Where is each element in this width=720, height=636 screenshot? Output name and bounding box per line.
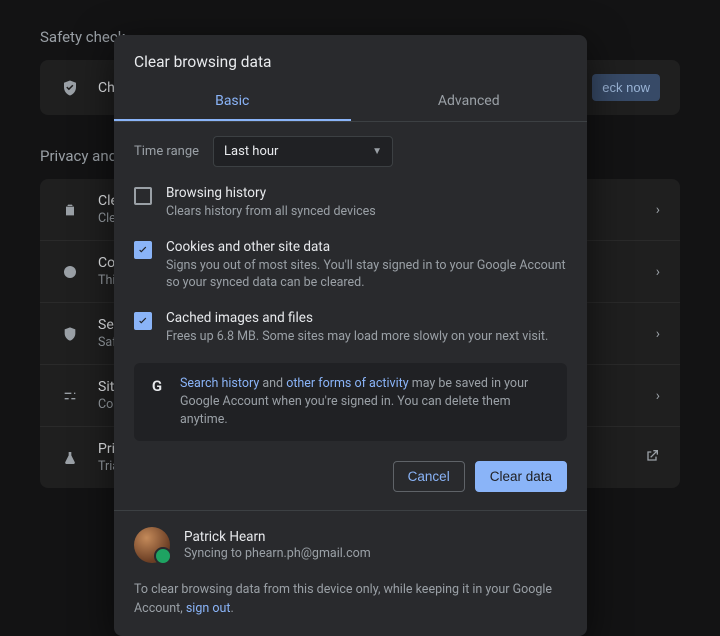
cookie-icon: [60, 262, 80, 282]
checkbox-cookies[interactable]: [134, 241, 152, 259]
shield-icon: [60, 324, 80, 344]
tab-advanced[interactable]: Advanced: [351, 83, 588, 121]
option-desc: Signs you out of most sites. You'll stay…: [166, 257, 567, 292]
chevron-right-icon: ›: [656, 388, 660, 404]
google-logo-icon: G: [148, 376, 166, 398]
account-name: Patrick Hearn: [184, 529, 371, 545]
account-row: Patrick Hearn Syncing to phearn.ph@gmail…: [134, 527, 567, 563]
option-title: Browsing history: [166, 185, 567, 201]
chevron-right-icon: ›: [656, 202, 660, 218]
time-range-row: Time range Last hour ▼: [134, 136, 567, 167]
clear-browsing-data-dialog: Clear browsing data Basic Advanced Time …: [114, 35, 587, 636]
flask-icon: [60, 448, 80, 468]
trash-icon: [60, 200, 80, 220]
sliders-icon: [60, 386, 80, 406]
search-history-link[interactable]: Search history: [180, 376, 259, 391]
check-now-button[interactable]: eck now: [592, 74, 660, 101]
open-external-icon: [644, 448, 660, 468]
option-cache: Cached images and files Frees up 6.8 MB.…: [134, 310, 567, 346]
dialog-tabs: Basic Advanced: [114, 83, 587, 122]
time-range-value: Last hour: [224, 144, 278, 159]
other-activity-link[interactable]: other forms of activity: [286, 376, 408, 391]
cancel-button[interactable]: Cancel: [393, 461, 465, 492]
clear-data-button[interactable]: Clear data: [475, 461, 567, 492]
tab-basic[interactable]: Basic: [114, 83, 351, 121]
option-desc: Clears history from all synced devices: [166, 203, 567, 221]
account-note: To clear browsing data from this device …: [134, 581, 567, 617]
account-section: Patrick Hearn Syncing to phearn.ph@gmail…: [114, 510, 587, 635]
chevron-right-icon: ›: [656, 264, 660, 280]
option-title: Cached images and files: [166, 310, 567, 326]
account-sync-status: Syncing to phearn.ph@gmail.com: [184, 546, 371, 561]
dialog-body: Time range Last hour ▼ Browsing history …: [114, 122, 587, 441]
time-range-select[interactable]: Last hour ▼: [213, 136, 393, 167]
shield-check-icon: [60, 78, 80, 98]
avatar: [134, 527, 170, 563]
option-title: Cookies and other site data: [166, 239, 567, 255]
option-browsing-history: Browsing history Clears history from all…: [134, 185, 567, 221]
info-text: Search history and other forms of activi…: [180, 375, 553, 429]
chevron-down-icon: ▼: [372, 146, 382, 157]
checkbox-browsing-history[interactable]: [134, 187, 152, 205]
chevron-right-icon: ›: [656, 326, 660, 342]
sign-out-link[interactable]: sign out: [186, 601, 231, 616]
dialog-title: Clear browsing data: [114, 35, 587, 83]
option-cookies: Cookies and other site data Signs you ou…: [134, 239, 567, 292]
time-range-label: Time range: [134, 144, 199, 159]
checkbox-cache[interactable]: [134, 312, 152, 330]
google-activity-info: G Search history and other forms of acti…: [134, 363, 567, 441]
dialog-actions: Cancel Clear data: [114, 441, 587, 510]
option-desc: Frees up 6.8 MB. Some sites may load mor…: [166, 328, 567, 346]
